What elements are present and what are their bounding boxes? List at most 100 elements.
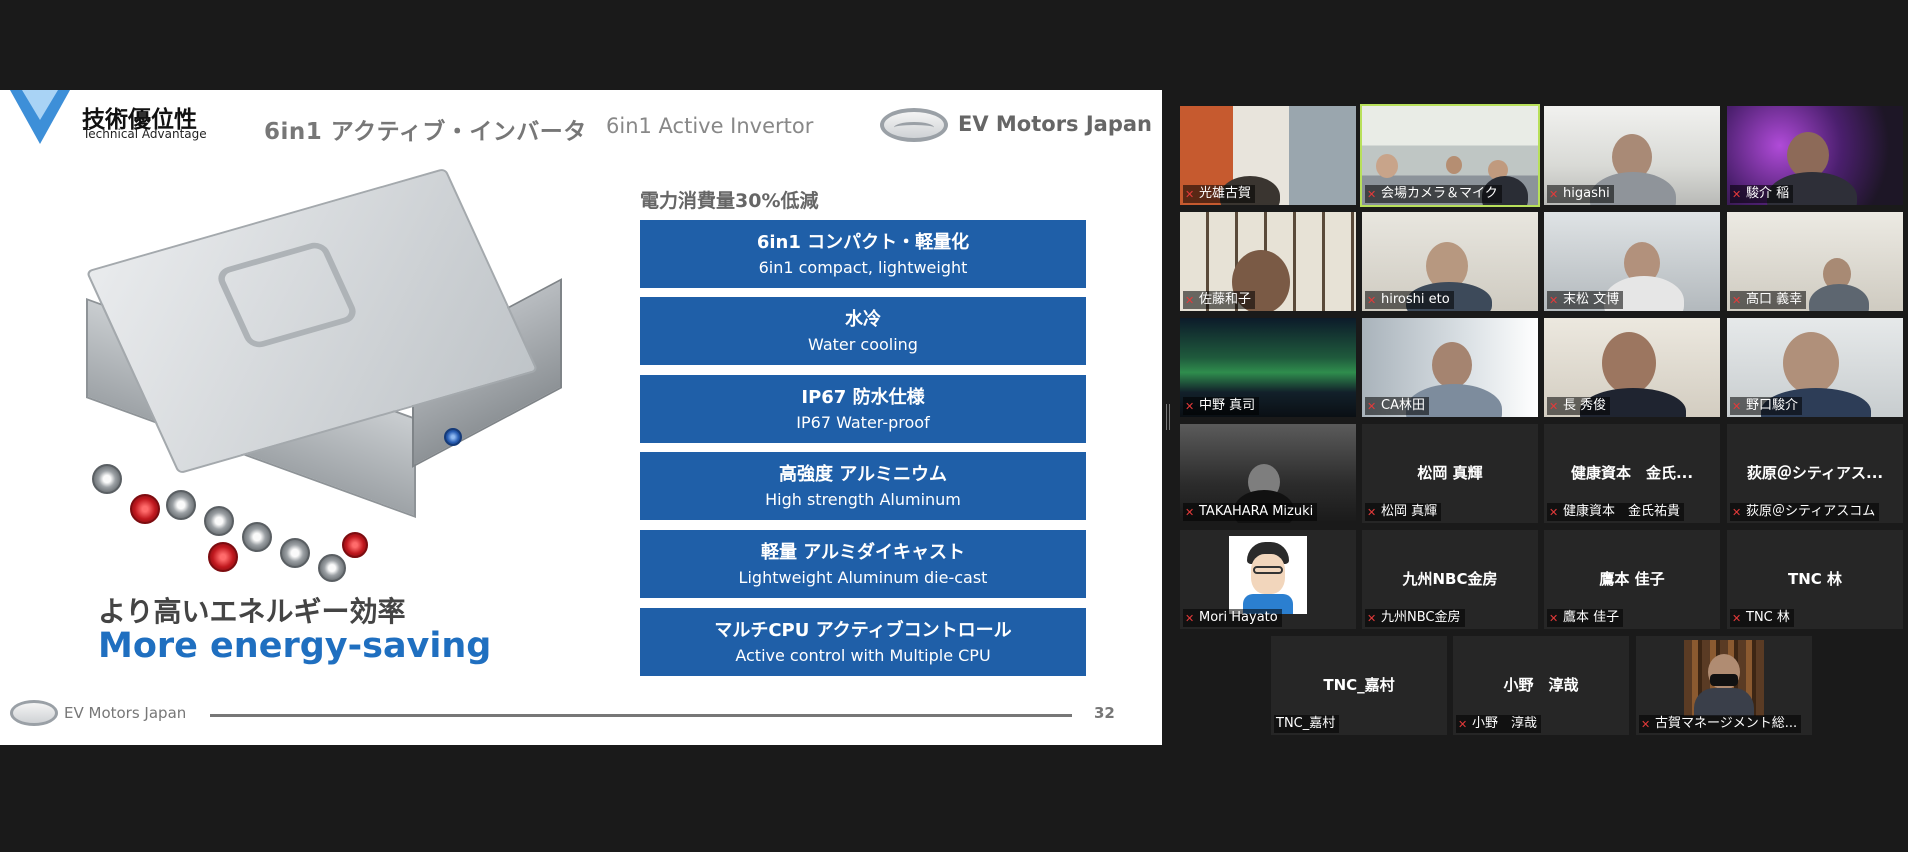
avatar: [1229, 536, 1307, 614]
participant-tile[interactable]: ✕ 光雄古賀: [1180, 106, 1356, 205]
participant-name: ✕ Mori Hayato: [1183, 609, 1282, 627]
participant-tile[interactable]: 健康資本 金氏... ✕ 健康資本 金氏祐貴: [1544, 424, 1720, 523]
muted-mic-icon: ✕: [1367, 294, 1377, 307]
split-view-resize-handle[interactable]: [1166, 404, 1170, 430]
participant-tile[interactable]: ✕ 佐藤和子: [1180, 212, 1356, 311]
muted-mic-icon: ✕: [1732, 400, 1742, 413]
tagline-en: More energy-saving: [98, 626, 492, 666]
participant-video: [1684, 640, 1764, 716]
feature-box: 6in1 コンパクト・軽量化 6in1 compact, lightweight: [640, 220, 1086, 288]
participant-tile[interactable]: ✕ TAKAHARA Mizuki: [1180, 424, 1356, 523]
connector: [204, 506, 234, 536]
participant-display-name: 鷹本 佳子: [1599, 570, 1665, 588]
participant-tile[interactable]: 鷹本 佳子 ✕ 鷹本 佳子: [1544, 530, 1720, 629]
red-connector: [342, 532, 368, 558]
muted-mic-icon: ✕: [1732, 188, 1742, 201]
muted-mic-icon: ✕: [1732, 612, 1742, 625]
feature-box: IP67 防水仕様 IP67 Water-proof: [640, 375, 1086, 443]
zoom-meeting-window: { "slide": { "section_jp": "技術優位性", "sec…: [0, 0, 1908, 852]
participant-name: ✕ 鷹本 佳子: [1547, 609, 1624, 627]
power-reduction-label: 電力消費量30%低減: [640, 190, 819, 212]
participant-name: ✕ 小野 淳哉: [1456, 715, 1542, 733]
feature-en: IP67 Water-proof: [796, 413, 930, 432]
muted-mic-icon: ✕: [1458, 718, 1468, 731]
participant-name: ✕ 荻原＠シティアスコム: [1730, 503, 1880, 521]
feature-jp: 6in1 コンパクト・軽量化: [756, 232, 970, 253]
connector: [242, 522, 272, 552]
feature-en: Water cooling: [808, 335, 918, 354]
participant-name: ✕ higashi: [1547, 185, 1614, 203]
muted-mic-icon: ✕: [1367, 400, 1377, 413]
participant-tile[interactable]: ✕ 古賀マネージメント総...: [1636, 636, 1812, 735]
connector: [280, 538, 310, 568]
participant-tile[interactable]: 荻原＠シティアス... ✕ 荻原＠シティアスコム: [1727, 424, 1903, 523]
muted-mic-icon: ✕: [1549, 612, 1559, 625]
footer-divider: [210, 714, 1072, 717]
participant-tile[interactable]: ✕ hiroshi eto: [1362, 212, 1538, 311]
participant-tile[interactable]: ✕ 長 秀俊: [1544, 318, 1720, 417]
red-connector: [130, 494, 160, 524]
participant-tile[interactable]: 小野 淳哉 ✕ 小野 淳哉: [1453, 636, 1629, 735]
participant-name: ✕ 長 秀俊: [1547, 397, 1611, 415]
footer-emblem-icon: [10, 700, 58, 726]
feature-en: Active control with Multiple CPU: [735, 646, 991, 665]
footer-brand: EV Motors Japan: [64, 704, 187, 722]
muted-mic-icon: ✕: [1185, 612, 1195, 625]
muted-mic-icon: ✕: [1732, 294, 1742, 307]
participant-tile[interactable]: ✕ higashi: [1544, 106, 1720, 205]
inverter-product-image: [72, 167, 562, 582]
participant-tile[interactable]: ✕ 野口駿介: [1727, 318, 1903, 417]
feature-jp: 軽量 アルミダイキャスト: [760, 542, 966, 563]
page-number: 32: [1094, 704, 1115, 722]
participant-display-name: 九州NBC金房: [1402, 570, 1498, 588]
participant-name: ✕ 会場カメラ＆マイク: [1365, 185, 1502, 203]
tagline-jp: より高いエネルギー効率: [98, 595, 406, 628]
participant-display-name: 松岡 真輝: [1417, 464, 1483, 482]
muted-mic-icon: ✕: [1732, 506, 1742, 519]
feature-box: 高強度 アルミニウム High strength Aluminum: [640, 452, 1086, 520]
feature-jp: IP67 防水仕様: [801, 387, 925, 408]
participant-display-name: 小野 淳哉: [1503, 676, 1579, 694]
feature-box: マルチCPU アクティブコントロール Active control with M…: [640, 608, 1086, 676]
muted-mic-icon: ✕: [1185, 188, 1195, 201]
section-title-en: Technical Advantage: [83, 127, 207, 141]
participant-tile[interactable]: ✕ 中野 真司: [1180, 318, 1356, 417]
participant-name: ✕ 髙口 義幸: [1730, 291, 1807, 309]
participant-name: ✕ 中野 真司: [1183, 397, 1260, 415]
connector: [166, 490, 196, 520]
slide-title-en: 6in1 Active Invertor: [606, 114, 814, 138]
feature-en: High strength Aluminum: [765, 490, 961, 509]
slide-title-jp: 6in1 アクティブ・インバータ: [264, 119, 587, 145]
muted-mic-icon: ✕: [1549, 400, 1559, 413]
participant-name: ✕ 健康資本 金氏祐貴: [1547, 503, 1685, 521]
participant-tile[interactable]: TNC_嘉村 TNC_嘉村: [1271, 636, 1447, 735]
participant-name: ✕ CA林田: [1365, 397, 1429, 415]
participant-name: TNC_嘉村: [1274, 715, 1340, 733]
participant-name: ✕ 光雄古賀: [1183, 185, 1256, 203]
muted-mic-icon: ✕: [1367, 506, 1377, 519]
participant-name: ✕ 松岡 真輝: [1365, 503, 1442, 521]
red-connector: [208, 542, 238, 572]
participant-tile[interactable]: TNC 林 ✕ TNC 林: [1727, 530, 1903, 629]
participant-tile[interactable]: 九州NBC金房 ✕ 九州NBC金房: [1362, 530, 1538, 629]
connector: [318, 554, 346, 582]
participant-tile[interactable]: 松岡 真輝 ✕ 松岡 真輝: [1362, 424, 1538, 523]
shared-screen-slide: 技術優位性 Technical Advantage 6in1 アクティブ・インバ…: [0, 90, 1162, 745]
participant-tile-active-speaker[interactable]: ✕ 会場カメラ＆マイク: [1360, 104, 1540, 207]
blue-connector: [444, 428, 462, 446]
feature-jp: 高強度 アルミニウム: [778, 464, 948, 485]
connector: [92, 464, 122, 494]
participant-name: ✕ TNC 林: [1730, 609, 1794, 627]
participant-name: ✕ TAKAHARA Mizuki: [1183, 503, 1318, 521]
participant-display-name: TNC 林: [1787, 570, 1843, 588]
participant-tile[interactable]: ✕ 末松 文博: [1544, 212, 1720, 311]
participant-tile[interactable]: ✕ CA林田: [1362, 318, 1538, 417]
muted-mic-icon: ✕: [1367, 188, 1377, 201]
muted-mic-icon: ✕: [1185, 294, 1195, 307]
muted-mic-icon: ✕: [1549, 506, 1559, 519]
participant-tile[interactable]: ✕ 髙口 義幸: [1727, 212, 1903, 311]
participant-tile[interactable]: ✕ Mori Hayato: [1180, 530, 1356, 629]
feature-en: 6in1 compact, lightweight: [758, 258, 968, 277]
muted-mic-icon: ✕: [1185, 400, 1195, 413]
participant-tile[interactable]: ✕ 駿介 稲: [1727, 106, 1903, 205]
